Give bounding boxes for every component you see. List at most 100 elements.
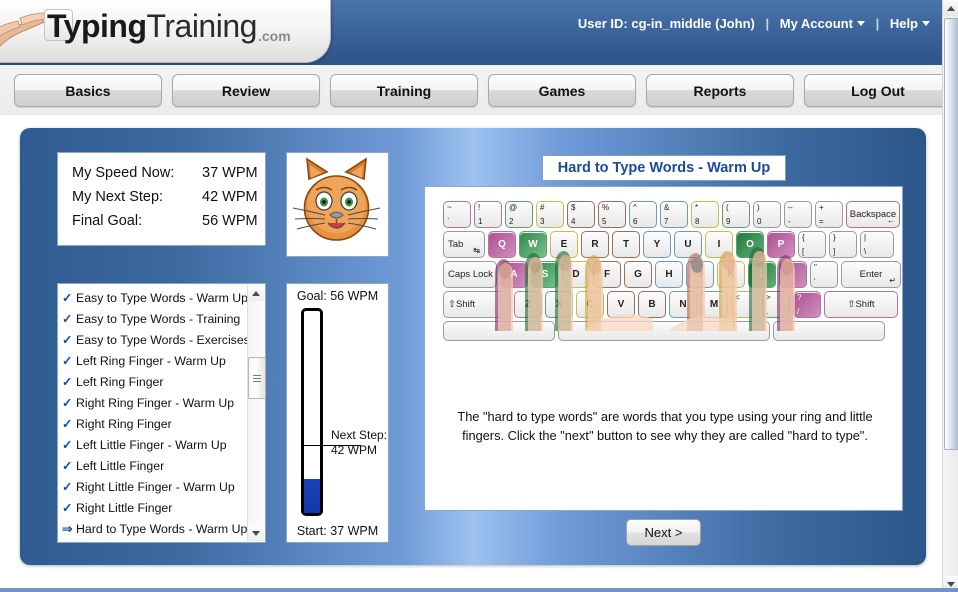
lesson-list-item[interactable]: ✓Left Little Finger (62, 456, 247, 477)
lesson-list-item[interactable]: ✓Right Ring Finger (62, 414, 247, 435)
lesson-body-text: The "hard to type words" are words that … (449, 407, 881, 445)
stat-row: Final Goal:56 WPM (72, 213, 142, 229)
page-scroll-up-button[interactable] (943, 0, 958, 16)
key-(9: (9 (722, 201, 750, 228)
key-a: A (500, 261, 528, 288)
keyboard-diagram: ~`!1@2#3$4%5^6&7*8(9)0–-+=Backspace←Tab↹… (443, 201, 883, 341)
nav-button-log-out[interactable]: Log Out (804, 74, 952, 107)
lesson-list-item[interactable]: ✓Right Little Finger (62, 498, 247, 519)
key-^6: ^6 (629, 201, 657, 228)
main-navigation: BasicsReviewTrainingGamesReportsLog Out (0, 65, 944, 115)
site-logo[interactable]: TypingTraining (47, 8, 257, 45)
page-scrollbar[interactable] (942, 0, 958, 592)
lesson-title: Hard to Type Words - Warm Up (542, 155, 786, 181)
key-#3: #3 (536, 201, 564, 228)
lesson-list-item-label: Right Little Finger - Warm Up (76, 480, 235, 494)
lesson-list-item[interactable]: ✓Right Little Finger - Warm Up (62, 477, 247, 498)
stat-value: 42 WPM (202, 189, 258, 205)
key-lower-glyph: ; (783, 277, 785, 286)
key-n: N (669, 291, 697, 318)
key-label: O (737, 232, 763, 257)
nav-button-training[interactable]: Training (330, 74, 478, 107)
goal-label: Goal: 56 WPM (287, 289, 388, 303)
nav-button-review[interactable]: Review (172, 74, 320, 107)
keyboard-row (443, 321, 883, 341)
key-label: B (639, 292, 665, 317)
separator-2: | (876, 16, 880, 31)
lesson-list-scrollbar[interactable] (247, 285, 264, 541)
start-label: Start: 37 WPM (287, 524, 388, 538)
key-f: F (593, 261, 621, 288)
key-*8: *8 (691, 201, 719, 228)
triangle-up-icon (947, 6, 955, 11)
lesson-list-card[interactable]: ✓Easy to Type Words - Warm Up✓Easy to Ty… (57, 283, 266, 543)
nav-button-reports[interactable]: Reports (646, 74, 794, 107)
lesson-list-item[interactable]: ✓Easy to Type Words - Training (62, 309, 247, 330)
key-p: P (767, 231, 795, 258)
triangle-up-icon (252, 291, 260, 296)
key-y: Y (643, 231, 671, 258)
key-lower-glyph: [ (802, 247, 804, 256)
key-lower-glyph: = (819, 217, 824, 226)
help-menu[interactable]: Help (890, 16, 930, 31)
checkmark-icon: ✓ (62, 498, 76, 519)
scrollbar-thumb[interactable] (248, 357, 266, 399)
key-–-: –- (784, 201, 812, 228)
key-upper-glyph: ? (797, 293, 801, 302)
key-⇧shift: ⇧Shift (443, 291, 511, 318)
keyboard-row: ⇧ShiftZXCVBNM<,>.?/⇧Shift (443, 291, 883, 318)
checkmark-icon: ✓ (62, 372, 76, 393)
lesson-list-item[interactable]: ⇒Hard to Type Words - Warm Up (62, 519, 247, 540)
key-k: K (717, 261, 745, 288)
lesson-list-item[interactable]: ✓Easy to Type Words - Exercises (62, 330, 247, 351)
lesson-list-item[interactable]: ✓Left Little Finger - Warm Up (62, 435, 247, 456)
key-label: P (768, 232, 794, 257)
key-upper-glyph: ! (478, 203, 480, 212)
page-scrollbar-thumb[interactable] (944, 18, 958, 450)
key-label: L (749, 262, 775, 287)
progress-tube-fill (304, 479, 320, 513)
lesson-list-item[interactable]: ✓Left Ring Finger (62, 372, 247, 393)
key-label: N (670, 292, 696, 317)
speed-stats-card: My Speed Now:37 WPMMy Next Step:42 WPMFi… (57, 152, 266, 246)
key-upper-glyph: } (833, 233, 836, 242)
key-~`: ~` (443, 201, 471, 228)
scroll-down-button[interactable] (248, 525, 264, 541)
key-label: G (625, 262, 651, 287)
lesson-content-card: ~`!1@2#3$4%5^6&7*8(9)0–-+=Backspace←Tab↹… (424, 186, 903, 511)
cat-mascot-icon (287, 153, 386, 254)
checkmark-icon: ✓ (62, 330, 76, 351)
key-label: ⇧Shift (444, 292, 510, 317)
key-q: Q (488, 231, 516, 258)
key-label: M (701, 292, 727, 317)
key-upper-glyph: @ (509, 203, 517, 212)
nav-button-basics[interactable]: Basics (14, 74, 162, 107)
my-account-menu[interactable]: My Account (780, 16, 865, 31)
checkmark-icon: ✓ (62, 435, 76, 456)
key-label: D (563, 262, 589, 287)
key-sub-glyph: ↵ (889, 276, 896, 285)
key-label: J (687, 262, 713, 287)
mascot-card (286, 152, 389, 257)
key-upper-glyph: " (814, 263, 817, 272)
key-lower-glyph: 5 (602, 217, 606, 226)
nav-button-games[interactable]: Games (488, 74, 636, 107)
logo-bold: Typing (47, 8, 147, 44)
key-l: L (748, 261, 776, 288)
key-lower-glyph: . (766, 307, 768, 316)
key-label (774, 322, 884, 340)
key-&7: &7 (660, 201, 688, 228)
lesson-list-item-label: Right Ring Finger - Warm Up (76, 396, 234, 410)
keyboard-row: Caps LockASDFGHJKL:;"'Enter↵ (443, 261, 883, 288)
lesson-list[interactable]: ✓Easy to Type Words - Warm Up✓Easy to Ty… (58, 284, 247, 542)
lesson-list-item[interactable]: ✓Easy to Type Words - Warm Up (62, 288, 247, 309)
key-upper-glyph: * (695, 203, 698, 212)
scroll-up-button[interactable] (248, 285, 264, 301)
lesson-list-item[interactable]: ✓Left Ring Finger - Warm Up (62, 351, 247, 372)
grip-lines-icon (253, 375, 261, 376)
next-button[interactable]: Next > (626, 519, 701, 546)
lesson-list-item-label: Left Little Finger (76, 459, 164, 473)
key-$4: $4 (567, 201, 595, 228)
lesson-list-item[interactable]: ✓Right Ring Finger - Warm Up (62, 393, 247, 414)
key-lower-glyph: \ (864, 247, 866, 256)
